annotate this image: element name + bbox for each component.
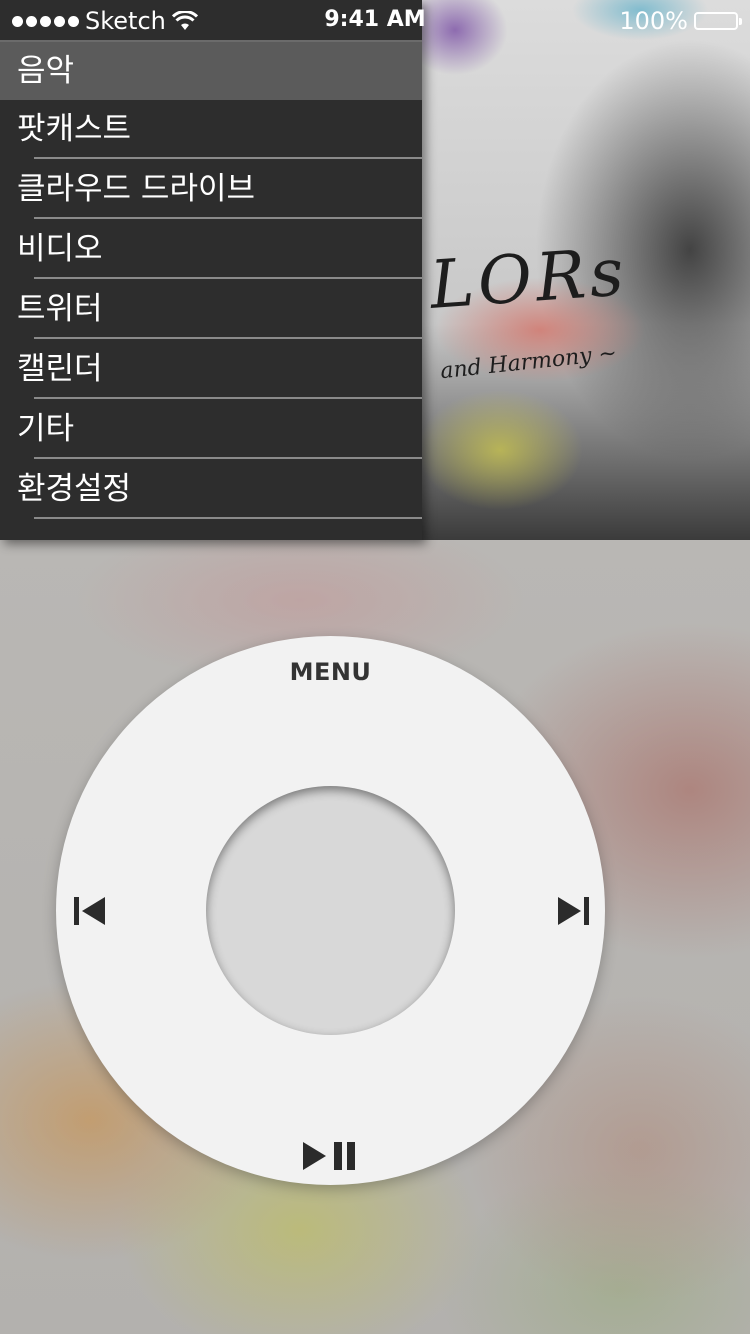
album-title-text: LORs (427, 233, 630, 324)
menu-button[interactable]: MENU (56, 658, 605, 686)
menu-item-music[interactable]: 음악 (0, 40, 422, 100)
menu-item-etc[interactable]: 기타 (0, 400, 422, 460)
album-subtitle-text: and Harmony ~ (439, 340, 619, 385)
menu-item-video[interactable]: 비디오 (0, 220, 422, 280)
menu-item-podcast[interactable]: 팟캐스트 (0, 100, 422, 160)
battery-percent: 100% (619, 7, 688, 35)
center-select-button[interactable] (206, 786, 455, 1035)
menu-item-calendar[interactable]: 캘린더 (0, 340, 422, 400)
menu-item-twitter[interactable]: 트위터 (0, 280, 422, 340)
menu-list: 음악 팟캐스트 클라우드 드라이브 비디오 트위터 캘린더 기타 환경설정 (0, 40, 422, 520)
skip-next-icon[interactable] (555, 894, 591, 928)
battery-icon (694, 12, 742, 30)
skip-previous-icon[interactable] (72, 894, 108, 928)
click-wheel[interactable]: MENU (56, 636, 605, 1185)
menu-item-cloud-drive[interactable]: 클라우드 드라이브 (0, 160, 422, 220)
status-bar: Sketch 9:41 AM 100% (0, 0, 750, 40)
menu-item-settings[interactable]: 환경설정 (0, 460, 422, 520)
play-pause-icon[interactable] (301, 1139, 361, 1173)
side-menu: 음악 팟캐스트 클라우드 드라이브 비디오 트위터 캘린더 기타 환경설정 (0, 0, 422, 540)
